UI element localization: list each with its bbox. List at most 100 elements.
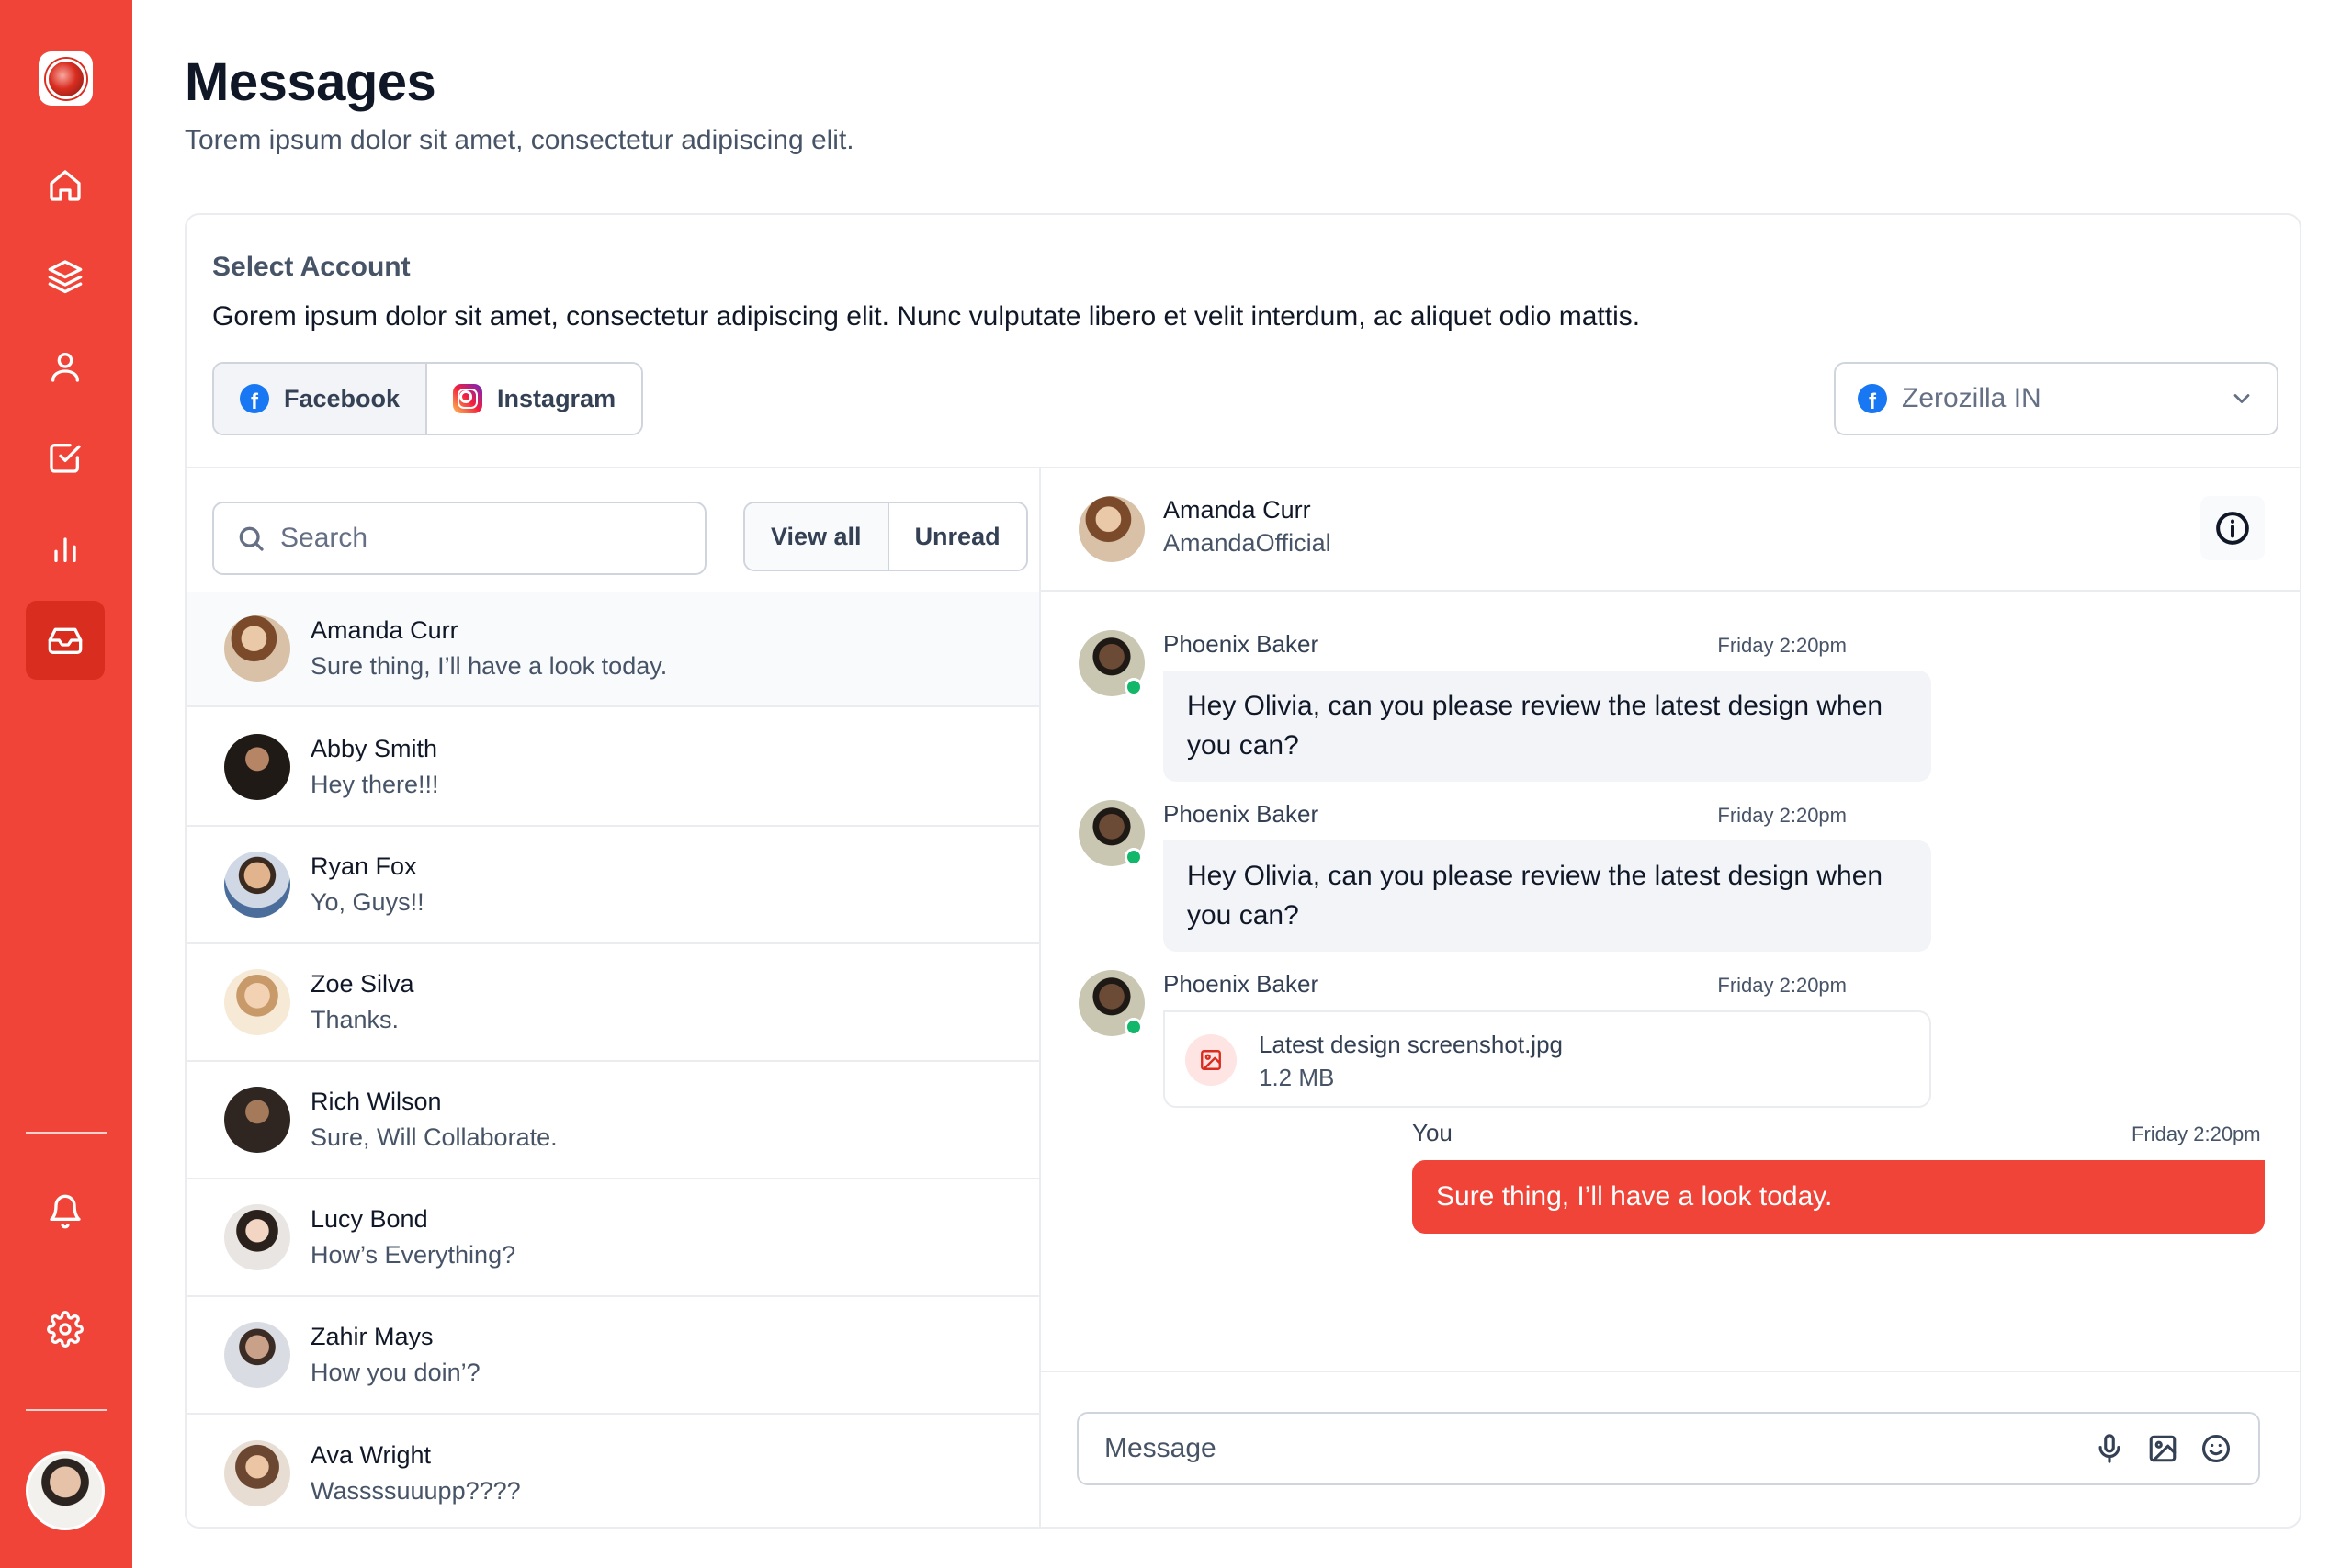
unread-button[interactable]: Unread — [887, 503, 1026, 570]
sidebar-divider — [26, 1132, 107, 1134]
own-message-sender: You — [1412, 1119, 1453, 1146]
conversation-item[interactable]: Ryan Fox Yo, Guys!! — [187, 827, 1039, 944]
composer-divider — [1041, 1371, 2300, 1372]
avatar — [224, 969, 290, 1035]
page-subtitle: Torem ipsum dolor sit amet, consectetur … — [185, 125, 854, 155]
file-attachment[interactable]: Latest design screenshot.jpg 1.2 MB — [1163, 1010, 1931, 1108]
avatar — [224, 1204, 290, 1270]
avatar — [224, 852, 290, 918]
instagram-tab-label: Instagram — [497, 384, 616, 412]
check-square-icon[interactable] — [39, 431, 92, 484]
bell-icon[interactable] — [39, 1185, 92, 1238]
conversation-name: Rich Wilson — [311, 1088, 442, 1115]
own-message-time: Friday 2:20pm — [2132, 1122, 2261, 1145]
microphone-icon[interactable] — [2093, 1432, 2126, 1465]
conversation-item[interactable]: Zahir Mays How you doin’? — [187, 1297, 1039, 1415]
contact-avatar — [1079, 496, 1145, 562]
online-status-dot — [1125, 1018, 1143, 1036]
own-message-bubble: Sure thing, I’ll have a look today. — [1412, 1160, 2265, 1234]
message-bubble: Hey Olivia, can you please review the la… — [1163, 671, 1931, 783]
message-time: Friday 2:20pm — [1717, 974, 1847, 997]
select-account-description: Gorem ipsum dolor sit amet, consectetur … — [212, 301, 1641, 332]
online-status-dot — [1125, 678, 1143, 696]
facebook-tab[interactable]: f Facebook — [214, 364, 426, 434]
conversation-item[interactable]: Zoe Silva Thanks. — [187, 944, 1039, 1062]
conversation-name: Zoe Silva — [311, 970, 414, 998]
instagram-icon — [453, 384, 483, 413]
page-title: Messages — [185, 52, 436, 112]
avatar — [224, 734, 290, 800]
file-size: 1.2 MB — [1259, 1064, 1335, 1091]
conversation-item[interactable]: Ava Wright Wassssuuupp???? — [187, 1415, 1039, 1527]
conversation-filter: View all Unread — [743, 502, 1028, 571]
conversation-name: Amanda Curr — [311, 616, 458, 644]
search-icon — [239, 526, 264, 551]
settings-icon[interactable] — [39, 1303, 92, 1356]
facebook-icon: f — [240, 384, 269, 413]
file-name: Latest design screenshot.jpg — [1259, 1031, 1563, 1058]
bar-chart-icon[interactable] — [39, 522, 92, 575]
message-input[interactable]: Message — [1077, 1412, 2260, 1485]
user-icon[interactable] — [39, 340, 92, 393]
sidebar-divider — [26, 1409, 107, 1411]
message-placeholder: Message — [1104, 1433, 1216, 1463]
image-icon[interactable] — [2146, 1432, 2179, 1465]
conversation-name: Zahir Mays — [311, 1323, 434, 1350]
platform-switcher: f Facebook Instagram — [212, 362, 644, 435]
composer-tools — [2093, 1432, 2233, 1465]
messages-card: Select Account Gorem ipsum dolor sit ame… — [185, 213, 2301, 1529]
sidebar — [0, 0, 132, 1568]
message-time: Friday 2:20pm — [1717, 634, 1847, 657]
conversation-preview: How’s Everything? — [311, 1241, 516, 1269]
conversation-item[interactable]: Amanda Curr Sure thing, I’ll have a look… — [187, 592, 1039, 707]
search-placeholder: Search — [280, 523, 368, 553]
info-button[interactable] — [2200, 496, 2265, 560]
layers-icon[interactable] — [39, 249, 92, 302]
emoji-icon[interactable] — [2199, 1432, 2233, 1465]
avatar — [224, 1440, 290, 1506]
chat-header: Amanda Curr AmandaOfficial — [1041, 468, 2300, 592]
online-status-dot — [1125, 848, 1143, 866]
account-dropdown[interactable]: f Zerozilla IN — [1834, 362, 2278, 435]
conversation-preview: Sure thing, I’ll have a look today. — [311, 652, 668, 680]
image-file-icon — [1185, 1034, 1237, 1086]
logo-emblem — [45, 58, 86, 99]
conversation-preview: Sure, Will Collaborate. — [311, 1123, 558, 1151]
app-logo[interactable] — [39, 51, 93, 106]
avatar — [224, 615, 290, 682]
info-icon — [2216, 512, 2249, 545]
facebook-icon: f — [1858, 384, 1887, 413]
view-all-button[interactable]: View all — [745, 503, 888, 570]
contact-name: Amanda Curr — [1163, 496, 1311, 524]
message-bubble: Hey Olivia, can you please review the la… — [1163, 840, 1931, 953]
conversation-name: Abby Smith — [311, 735, 438, 762]
facebook-tab-label: Facebook — [284, 384, 401, 412]
message-sender: Phoenix Baker — [1163, 630, 1319, 658]
conversation-preview: Yo, Guys!! — [311, 888, 424, 916]
conversation-preview: Thanks. — [311, 1006, 400, 1033]
avatar — [224, 1087, 290, 1153]
message-sender: Phoenix Baker — [1163, 970, 1319, 998]
conversation-list-pane: Search View all Unread Amanda Curr Sure … — [187, 468, 1041, 1527]
conversation-item[interactable]: Lucy Bond How’s Everything? — [187, 1179, 1039, 1297]
conversation-name: Ryan Fox — [311, 852, 417, 880]
message-time: Friday 2:20pm — [1717, 804, 1847, 827]
search-input[interactable]: Search — [212, 502, 707, 575]
user-avatar[interactable] — [26, 1451, 105, 1530]
inbox-icon[interactable] — [26, 601, 105, 680]
instagram-tab[interactable]: Instagram — [425, 364, 642, 434]
account-dropdown-value: Zerozilla IN — [1902, 383, 2041, 413]
select-account-label: Select Account — [212, 252, 411, 282]
chat-pane: Amanda Curr AmandaOfficial Phoenix Baker… — [1041, 468, 2300, 1527]
home-icon[interactable] — [39, 159, 92, 212]
message-sender: Phoenix Baker — [1163, 800, 1319, 828]
conversation-preview: Wassssuuupp???? — [311, 1477, 521, 1505]
conversation-item[interactable]: Rich Wilson Sure, Will Collaborate. — [187, 1062, 1039, 1179]
contact-handle: AmandaOfficial — [1163, 529, 1331, 557]
conversation-preview: Hey there!!! — [311, 771, 439, 798]
conversation-name: Lucy Bond — [311, 1205, 428, 1233]
conversation-name: Ava Wright — [311, 1441, 432, 1469]
avatar — [224, 1322, 290, 1388]
chevron-down-icon — [2233, 394, 2250, 403]
conversation-item[interactable]: Abby Smith Hey there!!! — [187, 709, 1039, 827]
